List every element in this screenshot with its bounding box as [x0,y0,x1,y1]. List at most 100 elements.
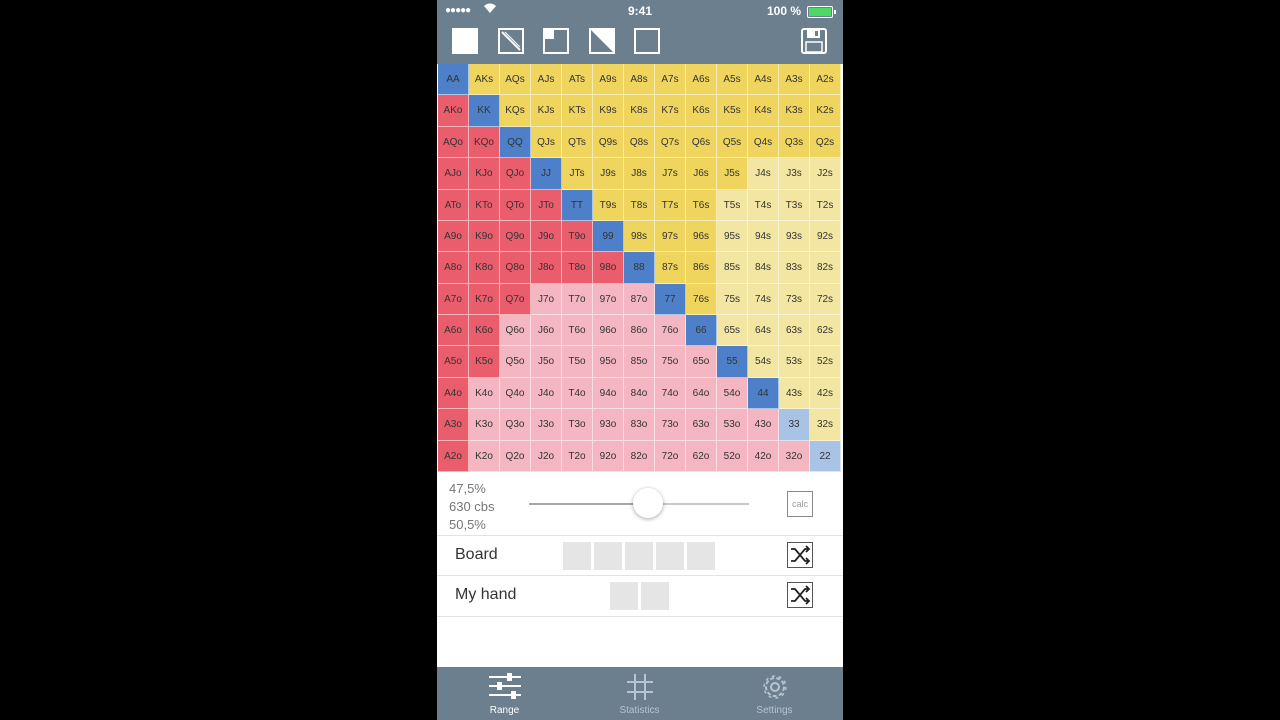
hand-cell-J2o[interactable]: J2o [531,440,562,472]
hand-cell-65s[interactable]: 65s [717,315,748,347]
hand-cell-A3o[interactable]: A3o [438,409,469,441]
select-all-tool-button[interactable] [452,28,478,54]
hand-cell-Q9s[interactable]: Q9s [593,126,624,159]
hand-cell-98s[interactable]: 98s [624,220,655,253]
hand-cell-84o[interactable]: 84o [624,377,655,410]
hand-cell-22[interactable]: 22 [810,440,841,472]
hand-cell-AJo[interactable]: AJo [438,158,469,190]
hand-cell-92s[interactable]: 92s [810,220,841,253]
hand-cell-J6s[interactable]: J6s [686,158,717,190]
hand-cell-73s[interactable]: 73s [779,283,810,316]
hand-cell-85s[interactable]: 85s [717,252,748,284]
hand-cell-A2s[interactable]: A2s [810,64,841,96]
hand-cell-86s[interactable]: 86s [686,252,717,284]
hand-cell-A8s[interactable]: A8s [624,64,655,96]
hand-cell-K7s[interactable]: K7s [655,95,686,127]
hand-cell-74o[interactable]: 74o [655,377,686,410]
hand-cell-82s[interactable]: 82s [810,252,841,284]
hand-cell-43s[interactable]: 43s [779,377,810,410]
hand-cell-Q9o[interactable]: Q9o [500,220,531,253]
hand-cell-QTo[interactable]: QTo [500,189,531,221]
hand-cell-86o[interactable]: 86o [624,315,655,347]
hand-cell-Q5s[interactable]: Q5s [717,126,748,159]
hand-cell-K8s[interactable]: K8s [624,95,655,127]
hand-cell-A3s[interactable]: A3s [779,64,810,96]
hand-cell-K5s[interactable]: K5s [717,95,748,127]
hand-cell-44[interactable]: 44 [748,377,779,410]
hand-cell-T5o[interactable]: T5o [562,346,593,378]
hand-cell-AKo[interactable]: AKo [438,95,469,127]
hand-cell-J4o[interactable]: J4o [531,377,562,410]
hand-cell-T2o[interactable]: T2o [562,440,593,472]
hand-cell-83o[interactable]: 83o [624,409,655,441]
hand-cell-A2o[interactable]: A2o [438,440,469,472]
save-button[interactable] [801,28,827,54]
hand-cell-J3o[interactable]: J3o [531,409,562,441]
hand-cell-Q5o[interactable]: Q5o [500,346,531,378]
hand-cell-T3o[interactable]: T3o [562,409,593,441]
hand-cell-76o[interactable]: 76o [655,315,686,347]
hand-cell-AKs[interactable]: AKs [469,64,500,96]
hand-cell-J8s[interactable]: J8s [624,158,655,190]
hand-cell-62o[interactable]: 62o [686,440,717,472]
hand-cell-63o[interactable]: 63o [686,409,717,441]
hand-cell-72o[interactable]: 72o [655,440,686,472]
hand-cell-32o[interactable]: 32o [779,440,810,472]
hand-cell-Q6o[interactable]: Q6o [500,315,531,347]
hand-cell-J8o[interactable]: J8o [531,252,562,284]
hand-cell-K7o[interactable]: K7o [469,283,500,316]
hand-cell-54s[interactable]: 54s [748,346,779,378]
hand-cell-AQs[interactable]: AQs [500,64,531,96]
hand-cell-Q7o[interactable]: Q7o [500,283,531,316]
hand-cell-K8o[interactable]: K8o [469,252,500,284]
hand-cell-KTo[interactable]: KTo [469,189,500,221]
hand-cell-A6s[interactable]: A6s [686,64,717,96]
hand-cell-53o[interactable]: 53o [717,409,748,441]
hand-cell-T8s[interactable]: T8s [624,189,655,221]
hand-cell-T6o[interactable]: T6o [562,315,593,347]
hand-cell-AJs[interactable]: AJs [531,64,562,96]
hand-cell-Q6s[interactable]: Q6s [686,126,717,159]
hand-cell-53s[interactable]: 53s [779,346,810,378]
board-card-slot[interactable] [656,542,684,570]
hand-cell-76s[interactable]: 76s [686,283,717,316]
hand-card-slot[interactable] [610,582,638,610]
hand-cell-A4o[interactable]: A4o [438,377,469,410]
hand-cell-99[interactable]: 99 [593,220,624,253]
hand-cell-Q8o[interactable]: Q8o [500,252,531,284]
hand-cell-93o[interactable]: 93o [593,409,624,441]
hand-cell-T9o[interactable]: T9o [562,220,593,253]
hand-cell-Q3o[interactable]: Q3o [500,409,531,441]
hand-cell-KJo[interactable]: KJo [469,158,500,190]
hand-cell-ATs[interactable]: ATs [562,64,593,96]
hand-cell-KQs[interactable]: KQs [500,95,531,127]
hand-cell-93s[interactable]: 93s [779,220,810,253]
hand-cell-K9s[interactable]: K9s [593,95,624,127]
hand-cell-T7s[interactable]: T7s [655,189,686,221]
hand-cell-JJ[interactable]: JJ [531,158,562,190]
hand-cell-94s[interactable]: 94s [748,220,779,253]
hand-cell-T5s[interactable]: T5s [717,189,748,221]
hand-cell-QQ[interactable]: QQ [500,126,531,159]
hand-cell-98o[interactable]: 98o [593,252,624,284]
hand-cell-96s[interactable]: 96s [686,220,717,253]
hand-cell-T8o[interactable]: T8o [562,252,593,284]
hand-cell-64o[interactable]: 64o [686,377,717,410]
hand-cell-AQo[interactable]: AQo [438,126,469,159]
hand-cell-J4s[interactable]: J4s [748,158,779,190]
hand-cell-T4o[interactable]: T4o [562,377,593,410]
hand-cell-62s[interactable]: 62s [810,315,841,347]
hand-cell-K4o[interactable]: K4o [469,377,500,410]
hand-cell-Q4s[interactable]: Q4s [748,126,779,159]
hand-cell-96o[interactable]: 96o [593,315,624,347]
hand-cell-A5s[interactable]: A5s [717,64,748,96]
hand-cell-Q4o[interactable]: Q4o [500,377,531,410]
hand-cell-43o[interactable]: 43o [748,409,779,441]
hand-cell-J5s[interactable]: J5s [717,158,748,190]
hand-cell-K5o[interactable]: K5o [469,346,500,378]
hand-cell-65o[interactable]: 65o [686,346,717,378]
hand-cell-A4s[interactable]: A4s [748,64,779,96]
hand-cell-82o[interactable]: 82o [624,440,655,472]
hand-cell-J7s[interactable]: J7s [655,158,686,190]
hand-cell-42s[interactable]: 42s [810,377,841,410]
